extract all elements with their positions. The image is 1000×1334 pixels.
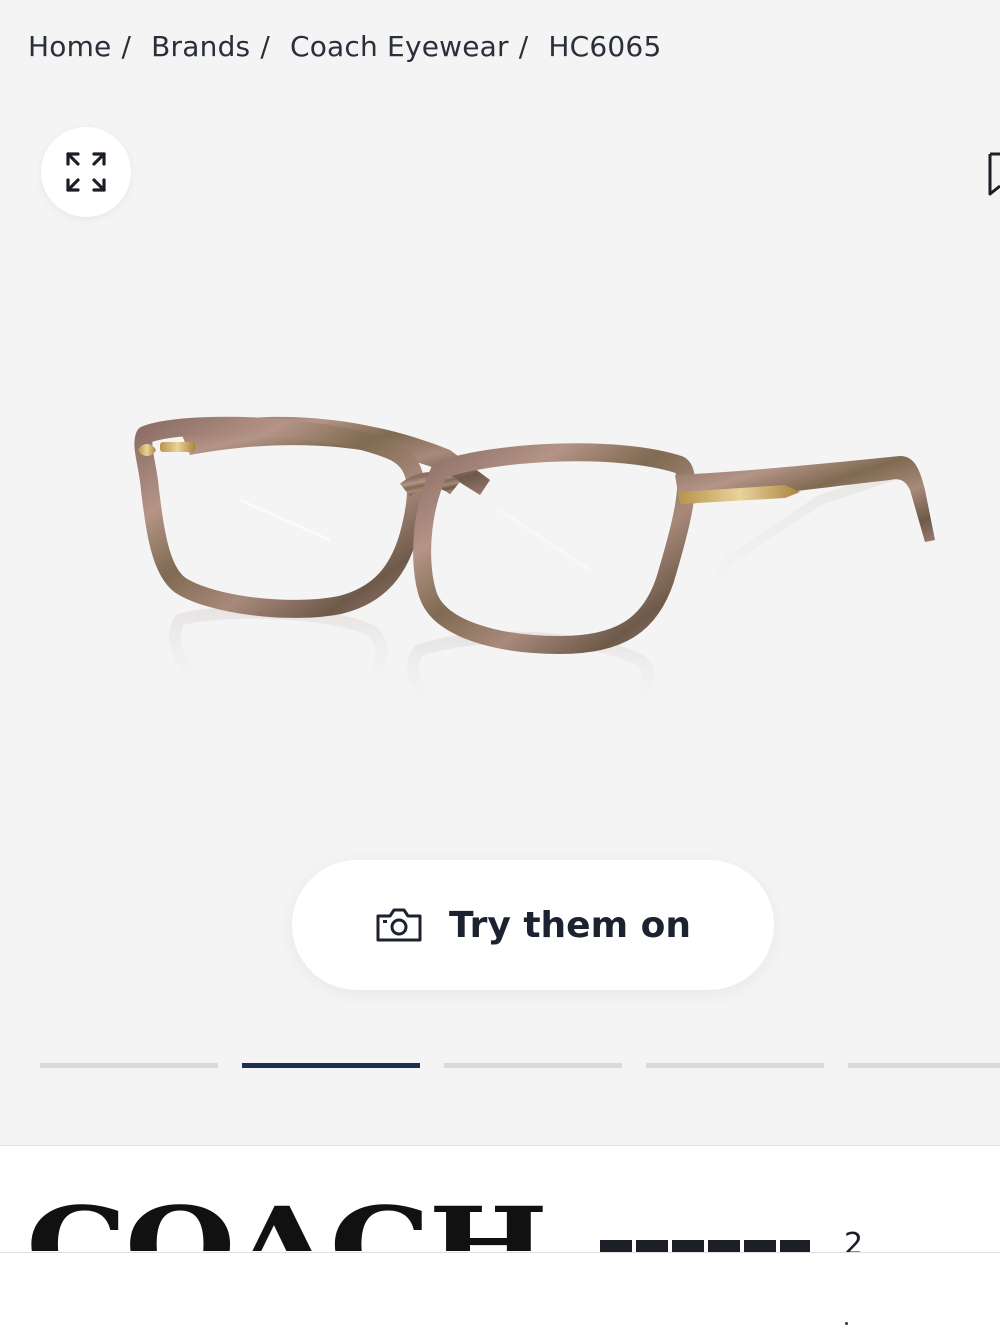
star-icon: [708, 1240, 740, 1252]
star-icon: [780, 1240, 810, 1252]
breadcrumb-coach-eyewear[interactable]: Coach Eyewear /: [290, 30, 548, 63]
breadcrumb: Home / Brands / Coach Eyewear / HC6065: [28, 30, 661, 63]
bookmark-icon[interactable]: [986, 150, 1000, 198]
star-icon: [636, 1240, 668, 1252]
carousel-indicator-1[interactable]: [40, 1063, 218, 1068]
breadcrumb-current: HC6065: [548, 30, 662, 63]
carousel-indicator-5[interactable]: [848, 1063, 1000, 1068]
star-rating[interactable]: 2: [600, 1222, 880, 1252]
camera-icon: [376, 908, 422, 942]
star-icon: [600, 1240, 632, 1252]
brand-logo-graphic: COACH: [26, 1185, 548, 1251]
bottom-sticky-bar: [0, 1252, 1000, 1334]
bottom-bar-indicator: [845, 1322, 848, 1325]
brand-logo: COACH: [26, 1185, 556, 1251]
svg-text:COACH: COACH: [26, 1185, 546, 1251]
star-icon: [744, 1240, 776, 1252]
try-on-button[interactable]: Try them on: [292, 860, 774, 990]
expand-image-button[interactable]: [41, 127, 131, 217]
product-image-glasses[interactable]: [120, 380, 960, 740]
carousel-indicators: [40, 1063, 1000, 1069]
try-on-label: Try them on: [448, 904, 691, 946]
carousel-indicator-3[interactable]: [444, 1063, 622, 1068]
carousel-indicator-4[interactable]: [646, 1063, 824, 1068]
carousel-indicator-2[interactable]: [242, 1063, 420, 1068]
review-count[interactable]: 2: [844, 1227, 863, 1252]
breadcrumb-brands[interactable]: Brands /: [151, 30, 290, 63]
star-icon: [672, 1240, 704, 1252]
expand-arrows-icon: [66, 152, 106, 192]
breadcrumb-home[interactable]: Home /: [28, 30, 151, 63]
